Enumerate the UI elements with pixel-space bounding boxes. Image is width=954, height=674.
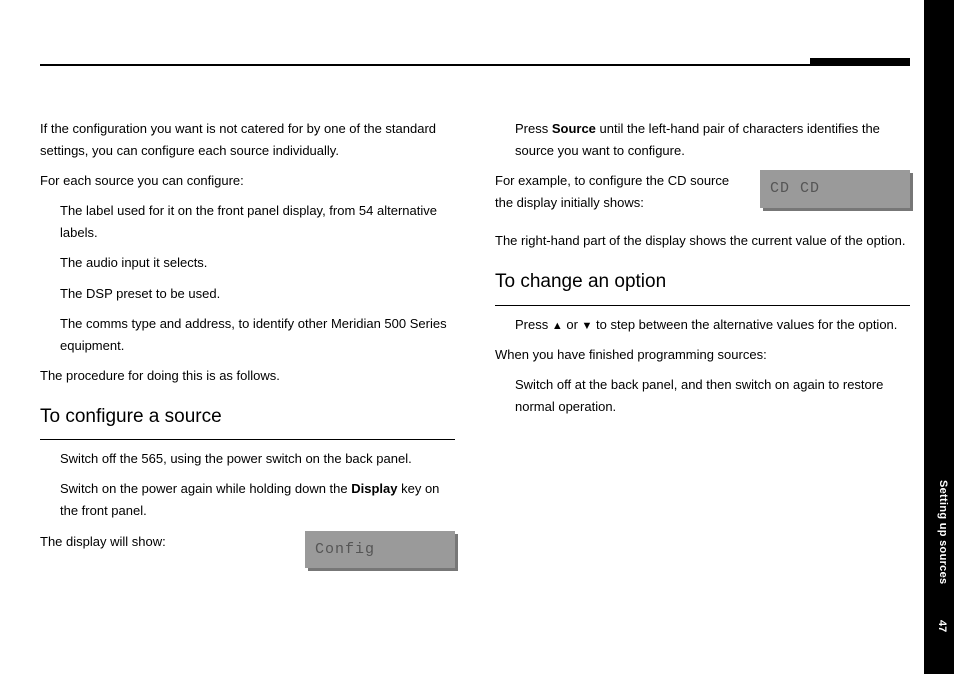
press-arrows-step: Press ▲ or ▼ to step between the alterna… (515, 314, 910, 336)
left-column: If the configuration you want is not cat… (40, 110, 455, 568)
configure-list: The label used for it on the front panel… (60, 200, 455, 357)
switch-off-step: Switch off at the back panel, and then s… (515, 374, 910, 418)
page-number: 47 (936, 620, 948, 632)
lcd-display-config: Config (305, 531, 455, 569)
list-item: The DSP preset to be used. (60, 283, 455, 305)
example-text: For example, to configure the CD source … (495, 170, 744, 214)
intro-paragraph: If the configuration you want is not cat… (40, 118, 455, 162)
heading-change-option: To change an option (495, 266, 910, 305)
list-item: The label used for it on the front panel… (60, 200, 455, 244)
header-rule (40, 64, 910, 66)
step-1: Switch off the 565, using the power swit… (60, 448, 455, 470)
finished-text: When you have finished programming sourc… (495, 344, 910, 366)
triangle-down-icon: ▼ (582, 320, 593, 332)
display-will-show: The display will show: (40, 531, 289, 553)
list-item: The comms type and address, to identify … (60, 313, 455, 357)
lcd-display-cd: CD CD (760, 170, 910, 208)
procedure-lead: The procedure for doing this is as follo… (40, 365, 455, 387)
step-2: Switch on the power again while holding … (60, 478, 455, 522)
right-part-text: The right-hand part of the display shows… (495, 230, 910, 252)
list-item: The audio input it selects. (60, 252, 455, 274)
section-side-label: Setting up sources (937, 480, 949, 584)
press-source-step: Press Source until the left-hand pair of… (515, 118, 910, 162)
right-column: Press Source until the left-hand pair of… (495, 110, 910, 568)
page-content: If the configuration you want is not cat… (40, 110, 910, 568)
configure-lead: For each source you can configure: (40, 170, 455, 192)
triangle-up-icon: ▲ (552, 320, 563, 332)
heading-configure-source: To configure a source (40, 401, 455, 440)
